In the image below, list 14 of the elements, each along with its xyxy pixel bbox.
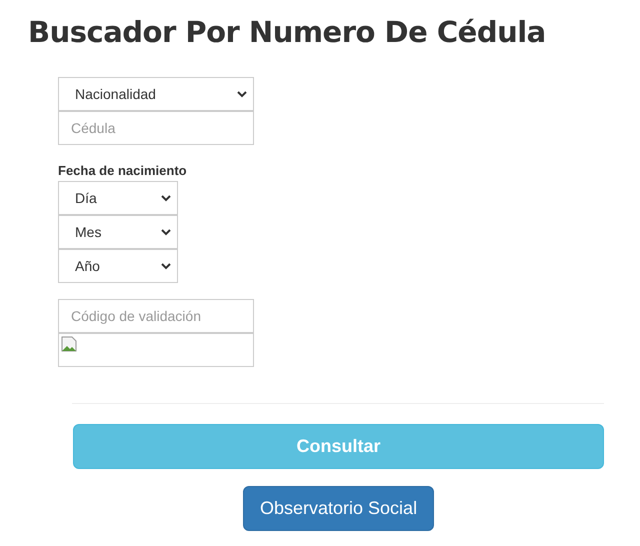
chevron-down-icon	[161, 194, 171, 202]
chevron-down-icon	[161, 262, 171, 270]
chevron-down-icon	[161, 228, 171, 236]
validation-code-field[interactable]: Código de validación	[58, 299, 254, 333]
birth-date-label: Fecha de nacimiento	[58, 163, 188, 178]
observatorio-social-button[interactable]: Observatorio Social	[243, 486, 434, 531]
id-field[interactable]: Cédula	[58, 111, 254, 145]
date-select[interactable]: Año	[58, 249, 178, 283]
broken-image-icon	[61, 336, 77, 352]
nationality-select[interactable]: Nacionalidad	[58, 77, 254, 111]
date-select[interactable]: Día	[58, 181, 178, 215]
page-title: Buscador Por Numero De Cédula	[28, 14, 547, 50]
date-select[interactable]: Mes	[58, 215, 178, 249]
chevron-down-icon	[237, 90, 247, 98]
